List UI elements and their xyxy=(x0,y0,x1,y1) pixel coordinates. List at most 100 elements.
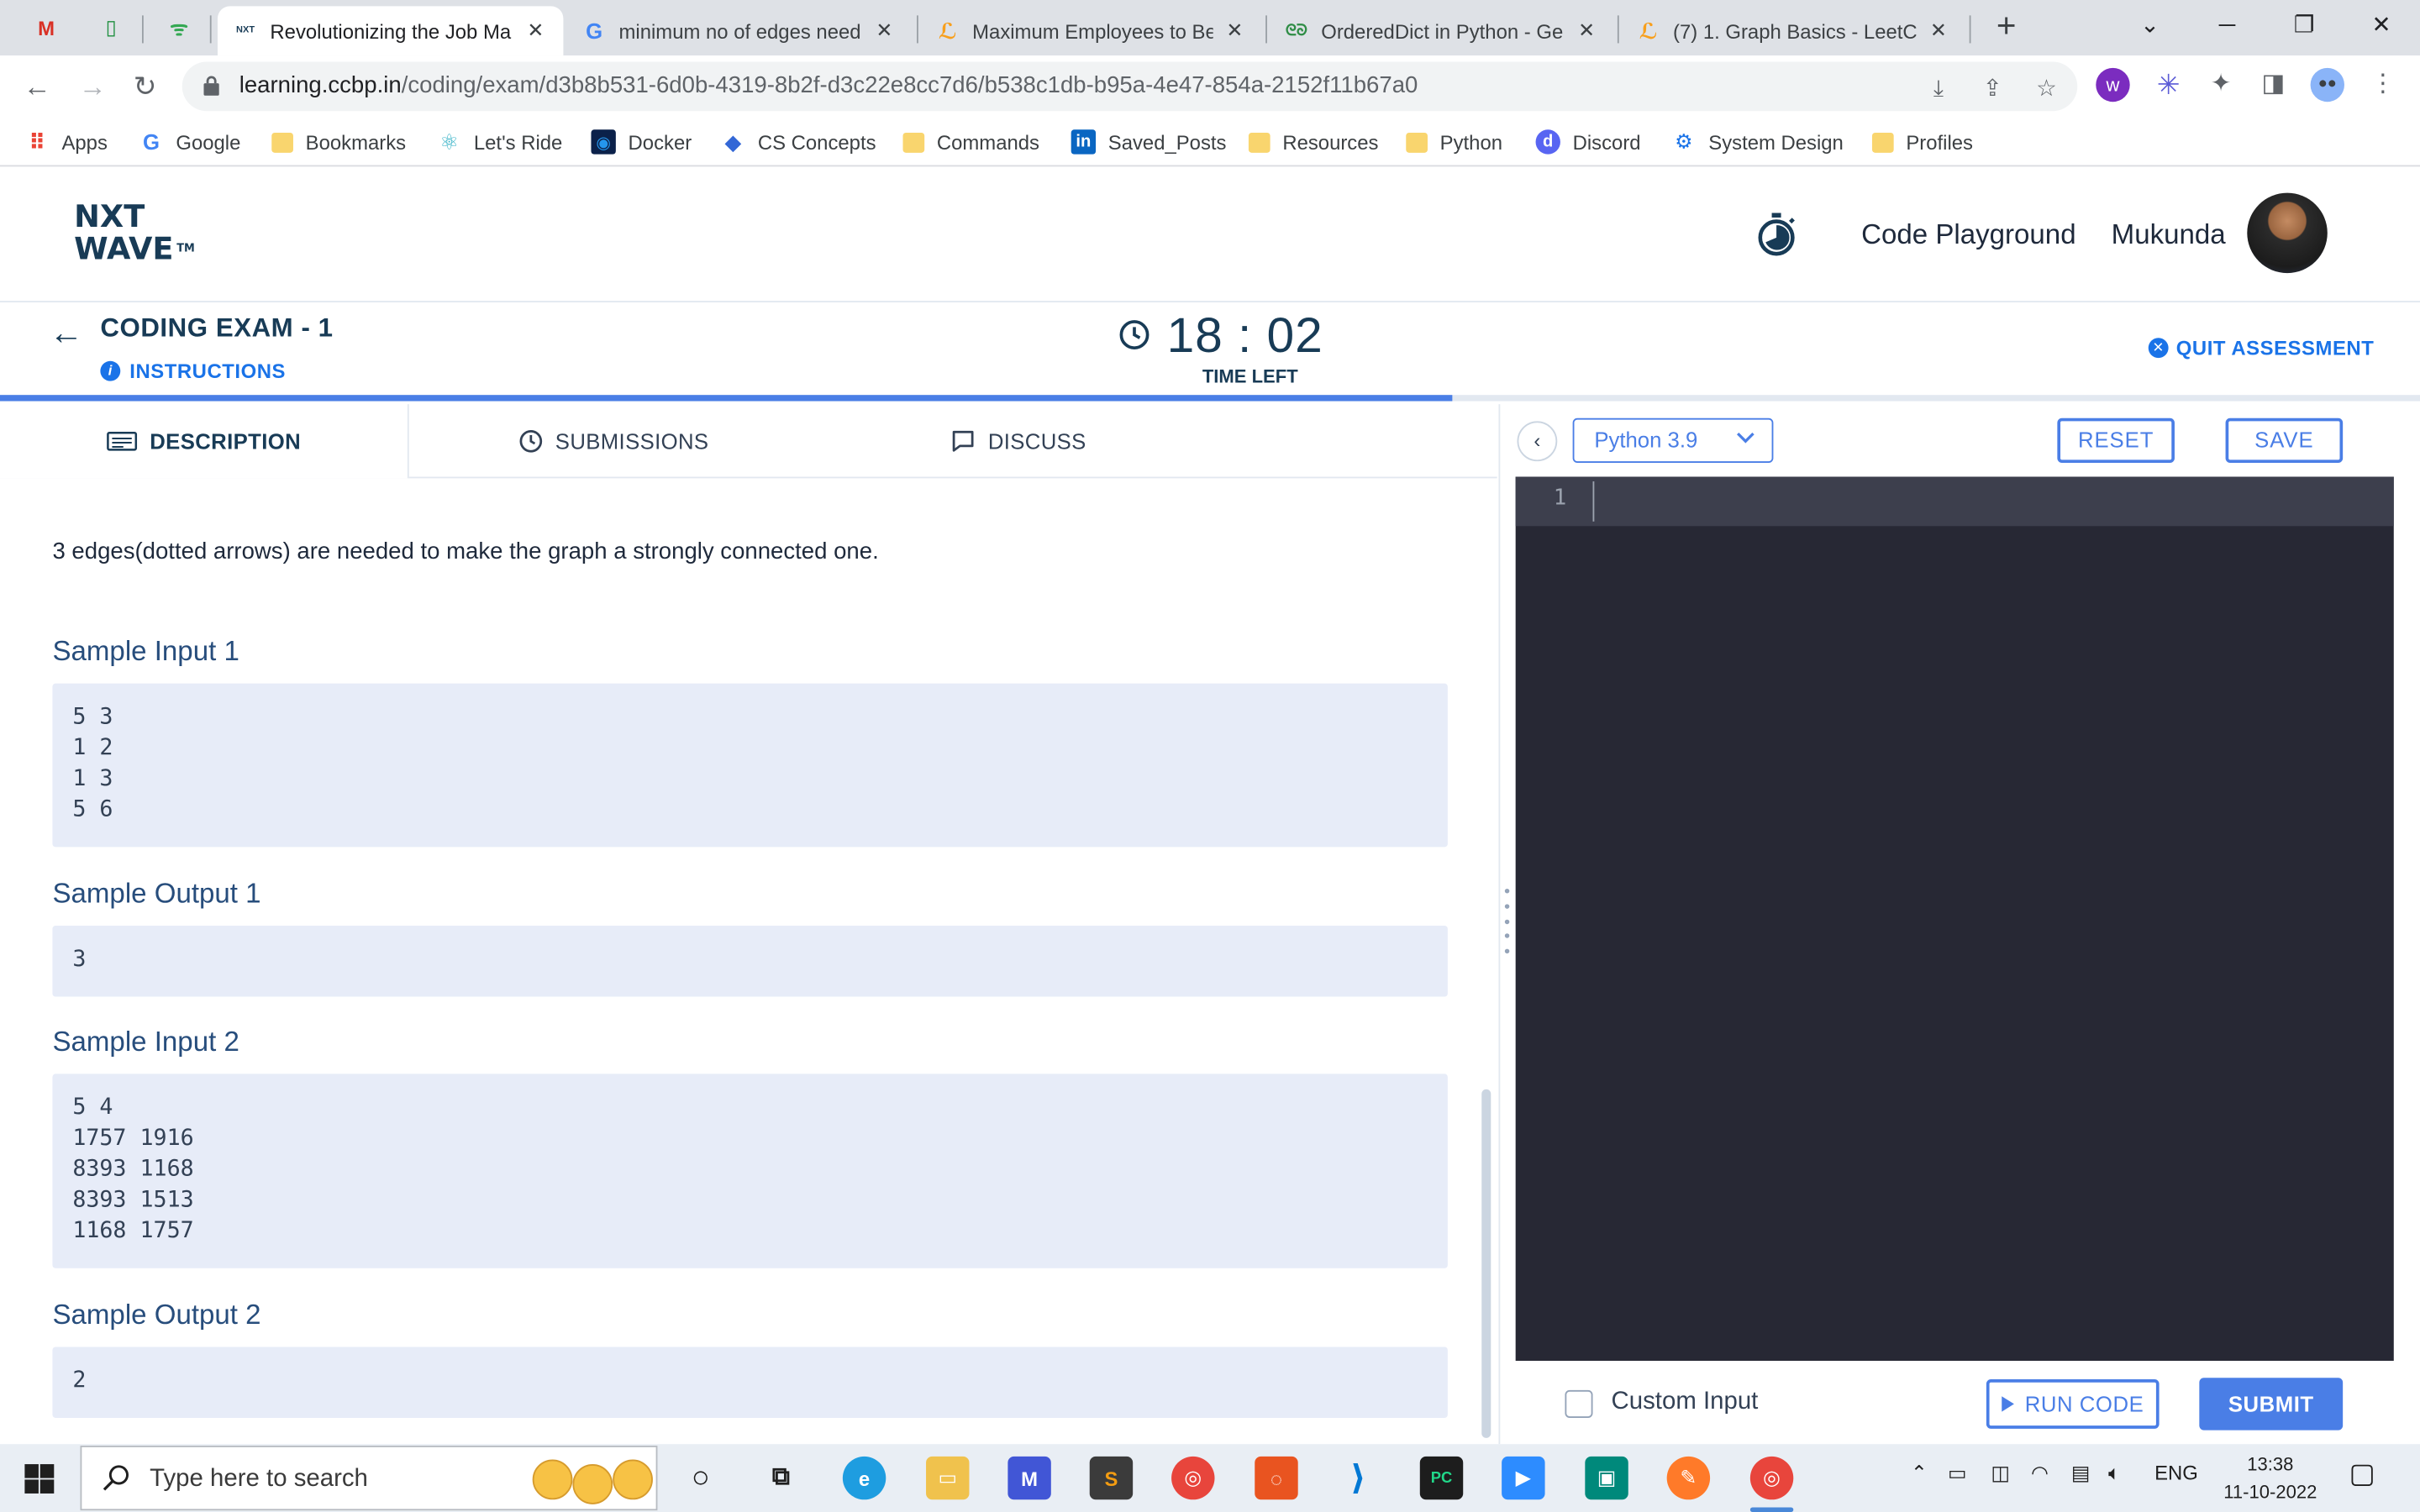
zoom-icon[interactable]: ▶ xyxy=(1502,1456,1545,1500)
chrome-profile-icon[interactable]: ◎ xyxy=(1749,1456,1794,1500)
quit-assessment-button[interactable]: ✕ QUIT ASSESSMENT xyxy=(2148,336,2375,360)
tab-discuss[interactable]: DISCUSS xyxy=(818,404,1219,478)
run-code-button[interactable]: RUN CODE xyxy=(1986,1379,2160,1429)
save-button[interactable]: SAVE xyxy=(2225,417,2344,464)
clock-date[interactable]: 13:38 11-10-2022 xyxy=(2217,1451,2325,1506)
wifi-icon[interactable]: ◠ xyxy=(2031,1461,2049,1485)
submit-button[interactable]: SUBMIT xyxy=(2199,1378,2344,1431)
folder-icon xyxy=(1406,132,1428,152)
input-language[interactable]: ENG xyxy=(2154,1461,2198,1484)
chrome-icon[interactable]: ◎ xyxy=(1171,1456,1215,1500)
tab-label: DESCRIPTION xyxy=(150,428,302,454)
user-name[interactable]: Mukunda xyxy=(2112,219,2226,252)
tab-search-chevron-icon[interactable]: ⌄ xyxy=(2114,6,2185,46)
notification-icon[interactable]: ▢ xyxy=(2349,1458,2375,1491)
problem-panel: DESCRIPTION SUBMISSIONS DISCUSS 3 edges(… xyxy=(0,404,1501,1445)
nxtwave-logo[interactable]: NXT WAVE TM xyxy=(74,200,195,265)
custom-input-label[interactable]: Custom Input xyxy=(1612,1389,1759,1416)
custom-input-checkbox[interactable] xyxy=(1565,1389,1593,1418)
minimize-window-icon[interactable]: ─ xyxy=(2191,6,2262,46)
edge-icon[interactable]: e xyxy=(842,1456,886,1500)
tab-submissions[interactable]: SUBMISSIONS xyxy=(409,404,818,478)
extension-w-icon[interactable]: w xyxy=(2096,67,2130,102)
close-window-icon[interactable]: ✕ xyxy=(2346,6,2417,46)
bookmark-lets-ride[interactable]: ⚛ Let's Ride xyxy=(437,127,562,158)
vscode-icon[interactable]: ⟩ xyxy=(1337,1457,1380,1499)
sublime-text-icon[interactable]: S xyxy=(1089,1456,1134,1500)
taskbar-search-box[interactable]: Type here to search xyxy=(80,1446,658,1511)
share-icon[interactable]: ⇪ xyxy=(1979,76,2007,103)
restore-window-icon[interactable]: ❐ xyxy=(2269,6,2339,46)
extension-sparkle-icon[interactable]: ✳ xyxy=(2151,68,2185,102)
user-avatar[interactable] xyxy=(2247,192,2328,274)
instructions-link[interactable]: i INSTRUCTIONS xyxy=(100,360,286,383)
bookmark-google[interactable]: G Google xyxy=(139,127,240,158)
postman-icon[interactable]: ✎ xyxy=(1666,1456,1711,1500)
address-bar[interactable]: learning.ccbp.in/coding/exam/d3b8b531-6d… xyxy=(182,61,2078,112)
language-value: Python 3.9 xyxy=(1594,427,1698,453)
close-tab-icon[interactable]: ✕ xyxy=(1574,18,1598,43)
panel-resize-handle[interactable] xyxy=(1502,888,1511,954)
show-hidden-icons-chevron-icon[interactable]: ⌃ xyxy=(1911,1461,1928,1485)
windows-start-icon[interactable] xyxy=(24,1464,55,1494)
close-tab-icon[interactable]: ✕ xyxy=(523,18,548,43)
bookmark-system-design[interactable]: ⚙ System Design xyxy=(1671,127,1844,158)
new-tab-button[interactable]: + xyxy=(1988,8,2025,46)
tab-leetcode-graph-basics[interactable]: ℒ (7) 1. Graph Basics - LeetCo ✕ xyxy=(1621,6,1966,55)
code-editor[interactable]: 1 xyxy=(1515,476,2394,1361)
back-icon[interactable]: ← xyxy=(18,68,55,105)
bookmark-profiles-folder[interactable]: Profiles xyxy=(1871,127,1973,158)
bookmark-resources-folder[interactable]: Resources xyxy=(1248,127,1378,158)
visual-studio-icon[interactable]: M xyxy=(1007,1456,1051,1500)
close-tab-icon[interactable]: ✕ xyxy=(872,18,897,43)
bookmark-star-icon[interactable]: ☆ xyxy=(2033,76,2060,103)
tab-leetcode-max-employees[interactable]: ℒ Maximum Employees to Be ✕ xyxy=(920,6,1263,55)
back-arrow-icon[interactable]: ← xyxy=(50,313,83,354)
gmail-pinned-tab[interactable]: M xyxy=(24,9,67,46)
reload-icon[interactable]: ↻ xyxy=(127,68,164,105)
bookmark-cs-concepts[interactable]: ◆ CS Concepts xyxy=(721,127,876,158)
meet-icon[interactable]: ▣ xyxy=(1585,1456,1628,1500)
stopwatch-icon[interactable] xyxy=(1756,213,1797,256)
bookmark-bookmarks-folder[interactable]: Bookmarks xyxy=(271,127,406,158)
mic-icon[interactable]: ◫ xyxy=(1991,1461,2010,1485)
bookmark-saved-posts[interactable]: in Saved_Posts xyxy=(1071,127,1226,158)
app-pinned-tab[interactable]: ᯤ xyxy=(157,9,200,46)
chrome-menu-icon[interactable]: ⋮ xyxy=(2366,68,2400,102)
bookmark-python-folder[interactable]: Python xyxy=(1406,127,1502,158)
clock-date-text: 11-10-2022 xyxy=(2223,1481,2317,1503)
close-tab-icon[interactable]: ✕ xyxy=(1223,18,1247,43)
tab-geeksforgeeks[interactable]: ᘓᘐ OrderedDict in Python - Ge ✕ xyxy=(1269,6,1614,55)
collapse-left-icon[interactable]: ‹ xyxy=(1517,421,1558,462)
description-scrollbar[interactable] xyxy=(1481,1089,1491,1438)
tab-description[interactable]: DESCRIPTION xyxy=(0,404,409,479)
tab-nxtwave[interactable]: NXT Revolutionizing the Job Ma ✕ xyxy=(217,6,564,56)
install-app-icon[interactable]: ⤓ xyxy=(1924,76,1952,103)
network-icon[interactable]: ▤ xyxy=(2071,1461,2091,1485)
tab-google-search[interactable]: G minimum no of edges need ✕ xyxy=(566,6,912,55)
forward-icon[interactable]: → xyxy=(74,68,111,105)
cortana-icon[interactable]: ○ xyxy=(679,1457,722,1499)
bookmark-apps[interactable]: ⠿ Apps xyxy=(24,127,108,158)
extensions-puzzle-icon[interactable]: ✦ xyxy=(2204,68,2238,102)
reset-button[interactable]: RESET xyxy=(2057,417,2175,464)
battery-icon[interactable]: ▭ xyxy=(1948,1461,1967,1485)
bookmark-commands-folder[interactable]: Commands xyxy=(902,127,1039,158)
sample-output-1-block: 3 xyxy=(52,926,1448,997)
language-select[interactable]: Python 3.9 xyxy=(1572,417,1774,464)
bookmark-docker[interactable]: ◉ Docker xyxy=(591,127,692,158)
side-panel-icon[interactable]: ◨ xyxy=(2256,68,2290,102)
file-explorer-icon[interactable]: ▭ xyxy=(926,1456,970,1500)
volume-icon[interactable]: 🔈︎ xyxy=(2108,1461,2120,1485)
bookmark-discord[interactable]: d Discord xyxy=(1535,127,1641,158)
close-tab-icon[interactable]: ✕ xyxy=(1926,18,1950,43)
leetcode-favicon-icon: ℒ xyxy=(1639,18,1658,43)
folder-icon xyxy=(271,132,293,152)
ubuntu-icon[interactable]: ◌ xyxy=(1255,1456,1298,1500)
task-view-icon[interactable]: ⧉ xyxy=(760,1457,802,1499)
profile-avatar-icon[interactable]: ●● xyxy=(2310,67,2344,102)
pycharm-icon[interactable]: PC xyxy=(1419,1456,1464,1500)
sheets-pinned-tab[interactable]: ▯ xyxy=(90,9,133,46)
bookmark-label: CS Concepts xyxy=(757,130,876,154)
code-playground-link[interactable]: Code Playground xyxy=(1861,219,2076,252)
